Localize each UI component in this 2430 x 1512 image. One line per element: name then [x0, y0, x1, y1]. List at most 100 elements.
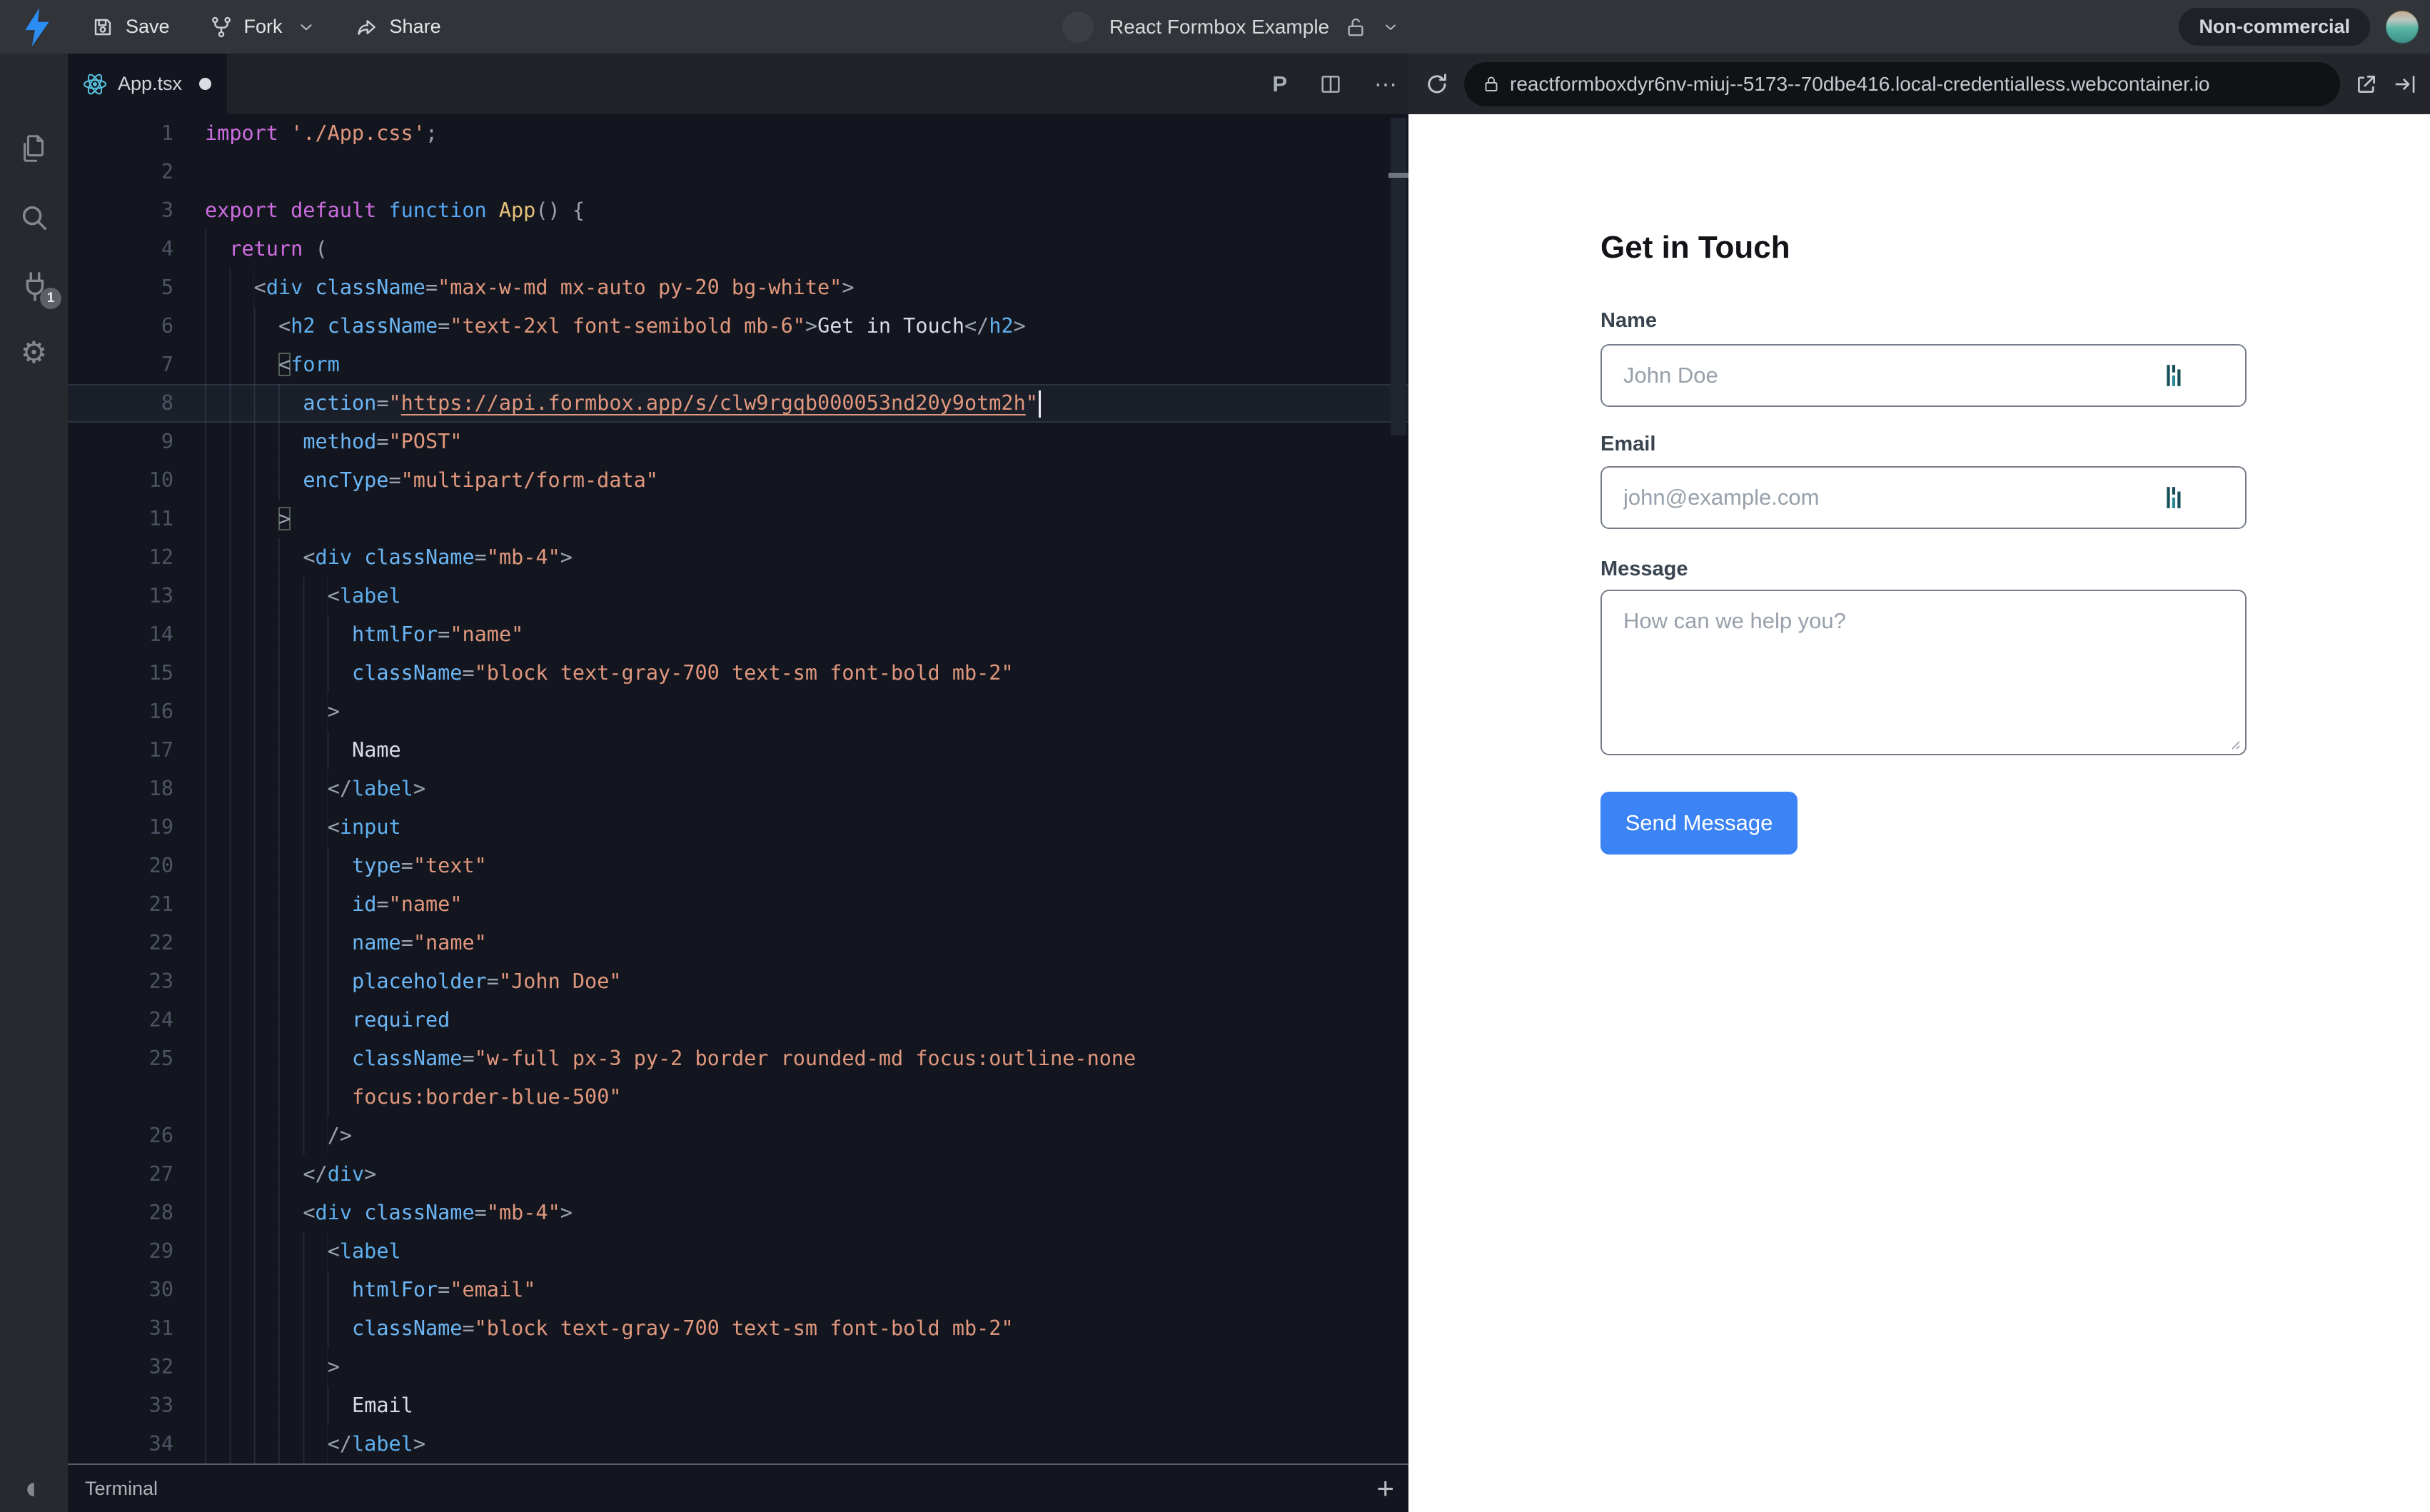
code-line-wrap[interactable]: focus:border-blue-500" — [68, 1078, 1408, 1117]
indent-guides — [205, 654, 353, 692]
message-field[interactable] — [1600, 590, 2247, 755]
send-message-button[interactable]: Send Message — [1600, 792, 1798, 855]
tab-label: App.tsx — [118, 73, 183, 94]
search-icon[interactable] — [0, 201, 68, 234]
line-number: 1 — [161, 121, 173, 145]
fork-chevron-down-icon[interactable] — [297, 18, 316, 36]
line-number — [68, 1078, 173, 1117]
code-line[interactable]: 7 <form — [68, 346, 1408, 384]
more-actions-icon[interactable]: ⋯ — [1374, 71, 1398, 98]
textarea-resize-handle[interactable] — [2227, 736, 2241, 750]
code-line[interactable]: 17 Name — [68, 731, 1408, 770]
open-preview-panel-icon[interactable] — [2393, 72, 2417, 96]
code-line[interactable]: 11 > — [68, 500, 1408, 538]
line-number: 9 — [161, 430, 173, 453]
save-button[interactable]: Save — [91, 16, 170, 39]
files-icon[interactable] — [0, 132, 68, 165]
code-line[interactable]: 22 name="name" — [68, 924, 1408, 962]
code-line[interactable]: 19 <input — [68, 808, 1408, 847]
line-number: 32 — [148, 1355, 173, 1379]
code-line[interactable]: 33 Email — [68, 1386, 1408, 1425]
visibility-chevron-down-icon[interactable] — [1382, 19, 1399, 36]
line-number: 7 — [161, 353, 173, 376]
code-line[interactable]: 12 <div className="mb-4"> — [68, 538, 1408, 577]
name-field[interactable] — [1600, 344, 2247, 407]
code-line[interactable]: 24 required — [68, 1001, 1408, 1039]
code-line[interactable]: 3 export default function App() { — [68, 191, 1408, 230]
unlocked-icon[interactable] — [1345, 15, 1366, 39]
split-editor-icon[interactable] — [1319, 72, 1343, 96]
line-number: 27 — [148, 1162, 173, 1186]
code-line[interactable]: 32 > — [68, 1348, 1408, 1386]
line-number: 33 — [148, 1393, 173, 1417]
code-line[interactable]: 4 return ( — [68, 230, 1408, 268]
line-number: 26 — [148, 1124, 173, 1147]
theme-toggle-icon[interactable]: ◐ — [0, 1473, 68, 1504]
indent-guides — [205, 1078, 353, 1117]
code-line[interactable]: 28 <div className="mb-4"> — [68, 1194, 1408, 1232]
code-line[interactable]: 1 import './App.css'; — [68, 114, 1408, 153]
line-number: 34 — [148, 1432, 173, 1456]
code-line[interactable]: 5 <div className="max-w-md mx-auto py-20 … — [68, 268, 1408, 307]
line-number: 22 — [148, 931, 173, 954]
email-label: Email — [1600, 433, 1656, 455]
indent-guides — [205, 268, 254, 307]
code-line[interactable]: 21 id="name" — [68, 885, 1408, 924]
code-line[interactable]: 6 <h2 className="text-2xl font-semibold m… — [68, 307, 1408, 346]
user-avatar[interactable] — [2386, 10, 2419, 44]
preview-toolbar: reactformboxdyr6nv-miuj--5173--70dbe416.… — [1408, 54, 2430, 114]
code-line[interactable]: 34 </label> — [68, 1425, 1408, 1463]
code-line[interactable]: 20 type="text" — [68, 847, 1408, 885]
terminal-bar[interactable]: Terminal + — [68, 1463, 1408, 1512]
code-line[interactable]: 8 action="https://api.formbox.app/s/clw9r… — [68, 384, 1408, 423]
indent-guides — [205, 1194, 303, 1232]
stackblitz-logo-icon[interactable] — [23, 8, 51, 46]
open-external-icon[interactable] — [2354, 72, 2379, 96]
name-label: Name — [1600, 309, 1657, 332]
code-line[interactable]: 18 </label> — [68, 770, 1408, 808]
line-number: 3 — [161, 198, 173, 222]
code-editor[interactable]: 1 import './App.css'; 2 3 export default fun… — [68, 114, 1408, 1463]
url-bar[interactable]: reactformboxdyr6nv-miuj--5173--70dbe416.… — [1464, 61, 2340, 106]
code-line[interactable]: 30 htmlFor="email" — [68, 1271, 1408, 1309]
password-manager-icon[interactable] — [2165, 485, 2184, 510]
code-line[interactable]: 26/> — [68, 1117, 1408, 1155]
line-number: 25 — [148, 1047, 173, 1070]
code-line[interactable]: 29 <label — [68, 1232, 1408, 1271]
editor-scrollbar[interactable] — [1391, 118, 1406, 435]
code-line[interactable]: 2 — [68, 153, 1408, 191]
share-button[interactable]: Share — [356, 16, 441, 39]
code-line[interactable]: 14 htmlFor="name" — [68, 615, 1408, 654]
editor-pane: App.tsx P ⋯ 1 import './App.css'; 2 3 export… — [68, 54, 1408, 1512]
indent-guides — [205, 924, 353, 962]
fork-button[interactable]: Fork — [210, 16, 283, 39]
code-line[interactable]: 16 > — [68, 692, 1408, 731]
code-line[interactable]: 23 placeholder="John Doe" — [68, 962, 1408, 1001]
settings-gear-icon[interactable]: ⚙ — [0, 338, 68, 368]
code-line[interactable]: 10 encType="multipart/form-data" — [68, 461, 1408, 500]
tab-app-tsx[interactable]: App.tsx — [68, 54, 227, 114]
password-manager-icon[interactable] — [2165, 363, 2184, 388]
indent-guides — [205, 770, 328, 808]
code-line[interactable]: 9 method="POST" — [68, 423, 1408, 461]
line-number: 13 — [148, 584, 173, 608]
code-line[interactable]: 13 <label — [68, 577, 1408, 615]
code-line[interactable]: 25 className="w-full px-3 py-2 border rou… — [68, 1039, 1408, 1078]
code-line[interactable]: 15 className="block text-gray-700 text-sm… — [68, 654, 1408, 692]
ports-count-badge: 1 — [40, 288, 61, 309]
line-number: 15 — [148, 661, 173, 685]
license-badge[interactable]: Non-commercial — [2179, 8, 2370, 46]
line-number: 29 — [148, 1239, 173, 1263]
email-field[interactable] — [1600, 466, 2247, 529]
line-number: 6 — [161, 314, 173, 338]
prettier-icon[interactable]: P — [1272, 71, 1287, 97]
activity-bar: 1 ⚙ ◐ — [0, 54, 68, 1512]
reload-icon[interactable] — [1424, 71, 1450, 97]
indent-guides — [205, 1039, 353, 1078]
new-terminal-button[interactable]: + — [1376, 1473, 1394, 1503]
code-line[interactable]: 27 </div> — [68, 1155, 1408, 1194]
top-bar: Save Fork Share React Formbox Example No… — [0, 0, 2430, 54]
code-line[interactable]: 31 className="block text-gray-700 text-sm… — [68, 1309, 1408, 1348]
line-number: 20 — [148, 854, 173, 877]
url-lock-icon — [1483, 75, 1500, 94]
